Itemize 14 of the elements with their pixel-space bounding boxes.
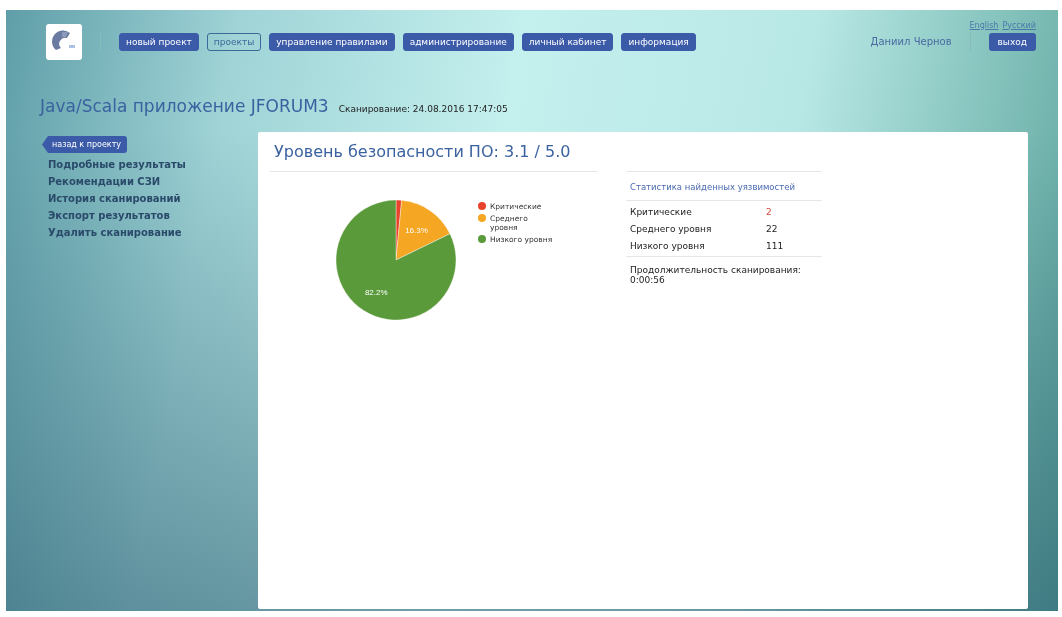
security-level-title: Уровень безопасности ПО: 3.1 / 5.0 <box>273 142 572 163</box>
stats-title: Статистика найденных уязвимостей <box>626 172 822 201</box>
slice-label: 16.3% <box>405 226 428 236</box>
stat-value: 2 <box>766 207 772 217</box>
scan-date: Сканирование: 24.08.2016 17:47:05 <box>338 104 508 114</box>
stat-value: 22 <box>766 224 778 234</box>
scan-duration: Продолжительность сканирования: 0:00:56 <box>629 264 802 287</box>
slice-label: 82.2% <box>364 287 388 297</box>
user-name: Даниил Чернов <box>870 36 952 47</box>
stat-label: Низкого уровня <box>630 241 706 251</box>
stat-label: Среднего уровня <box>630 224 713 234</box>
stat-value: 111 <box>766 241 784 251</box>
project-title: Java/Scala приложение JFORUM3 <box>40 96 329 116</box>
stat-label: Критические <box>630 207 693 217</box>
